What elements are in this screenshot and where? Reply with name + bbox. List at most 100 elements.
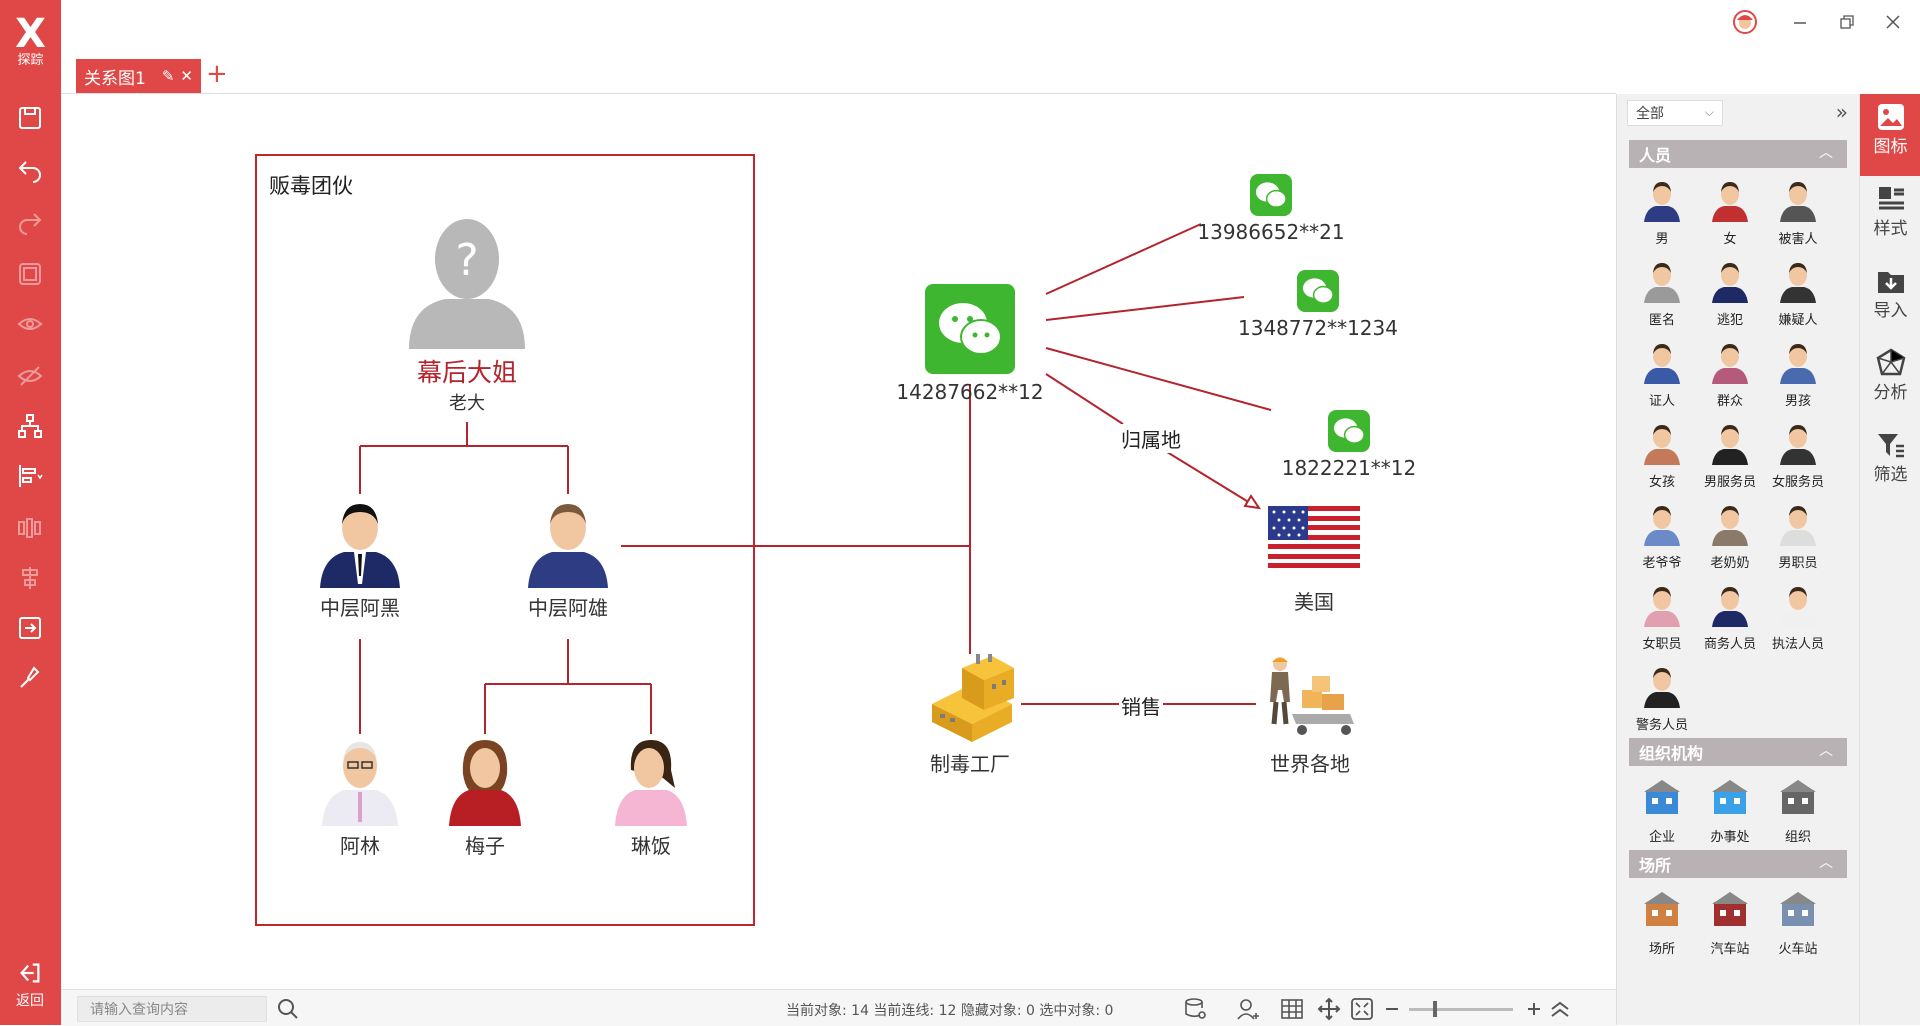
library-item[interactable]: 群众 [1697,340,1763,409]
style-tab-button[interactable]: 样式 [1860,176,1920,258]
library-item[interactable]: 老爷爷 [1629,502,1695,571]
save-icon[interactable] [12,100,48,136]
library-item[interactable]: 男职员 [1765,502,1831,571]
user-settings-icon[interactable] [1233,994,1263,1024]
library-item[interactable]: 场所 [1629,888,1695,957]
hide-icon[interactable] [12,358,48,394]
library-item[interactable]: 女职员 [1629,583,1695,652]
chevron-up-icon[interactable]: ︿ [1819,852,1833,872]
section-people-header[interactable]: 人员 ︿ [1629,140,1847,168]
library-item-label: 被害人 [1778,232,1818,247]
node-boss[interactable]: ? 幕后大姐 老大 [397,209,537,415]
library-item[interactable]: 男服务员 [1697,421,1763,490]
node-meizi[interactable]: 梅子 [440,734,530,859]
node-lin[interactable]: 阿林 [315,734,405,859]
library-item[interactable]: 警务人员 [1629,664,1695,733]
back-button[interactable]: 返回 [6,960,54,1010]
library-item[interactable]: 组织 [1765,776,1831,845]
search-icon[interactable] [275,996,301,1022]
library-item[interactable]: 女孩 [1629,421,1695,490]
close-tab-icon[interactable]: ✕ [180,67,193,85]
library-item-label: 女孩 [1648,475,1675,490]
collapse-panel-icon[interactable]: » [1836,100,1848,124]
library-item[interactable]: 火车站 [1765,888,1831,957]
node-factory[interactable]: 制毒工厂 [910,654,1030,777]
node-wechat-a[interactable]: 13986652**21 [1196,174,1346,244]
library-item-label: 匿名 [1648,313,1675,328]
node-linfan[interactable]: 琳饭 [606,734,696,859]
library-item[interactable]: 证人 [1629,340,1695,409]
library-item[interactable]: 商务人员 [1697,583,1763,652]
hierarchy-icon[interactable] [12,408,48,444]
support-avatar-icon[interactable] [1730,10,1760,34]
table-view-icon[interactable] [1277,994,1307,1024]
node-wechat-main[interactable]: 14287662**12 [895,284,1045,404]
library-item-icon [1644,506,1680,546]
node-wechat-c[interactable]: 1822221**12 [1274,410,1424,480]
library-item-icon [1712,506,1748,546]
library-item[interactable]: 执法人员 [1765,583,1831,652]
expand-up-icon[interactable] [1545,994,1575,1024]
node-mid-axiong[interactable]: 中层阿雄 [513,496,623,621]
pan-icon[interactable] [1314,994,1344,1024]
filter-tab-button[interactable]: 筛选 [1860,422,1920,504]
library-item[interactable]: 被害人 [1765,178,1831,247]
import-tab-button[interactable]: 导入 [1860,258,1920,340]
library-item[interactable]: 女服务员 [1765,421,1831,490]
library-item[interactable]: 老奶奶 [1697,502,1763,571]
female-pink-icon [615,740,687,826]
library-item[interactable]: 办事处 [1697,776,1763,845]
library-item[interactable]: 男 [1629,178,1695,247]
library-item-label: 商务人员 [1703,637,1756,652]
tab-relation-1[interactable]: 关系图1 ✎ ✕ [76,59,201,93]
section-org-header[interactable]: 组织机构 ︿ [1629,738,1847,766]
node-label: 中层阿雄 [528,596,608,620]
zoom-slider[interactable] [1409,1001,1513,1017]
restore-icon[interactable] [1832,10,1862,34]
library-item[interactable]: 男孩 [1765,340,1831,409]
show-icon[interactable] [12,306,48,342]
chevron-up-icon[interactable]: ︿ [1819,142,1833,162]
library-item[interactable]: 女 [1697,178,1763,247]
node-mid-ahei[interactable]: 中层阿黑 [305,496,415,621]
library-item-icon [1644,892,1680,926]
distribute-icon[interactable] [12,510,48,546]
undo-icon[interactable] [12,152,48,188]
library-item-icon [1712,344,1748,384]
frame-icon[interactable] [12,256,48,292]
pin-icon[interactable] [12,660,48,696]
fit-screen-icon[interactable] [1347,994,1377,1024]
close-window-icon[interactable] [1878,10,1908,34]
analyze-tab-button[interactable]: 分析 [1860,340,1920,422]
zoom-out-icon[interactable] [1377,994,1407,1024]
zoom-slider-thumb[interactable] [1433,1001,1437,1017]
section-places-header[interactable]: 场所 ︿ [1629,850,1847,878]
library-item[interactable]: 嫌疑人 [1765,259,1831,328]
edit-icon[interactable]: ✎ [162,67,175,85]
node-wechat-b[interactable]: 1348772**1234 [1238,270,1398,340]
library-item[interactable]: 匿名 [1629,259,1695,328]
icons-tab-button[interactable]: 图标 [1860,94,1920,176]
library-item[interactable]: 汽车站 [1697,888,1763,957]
library-item[interactable]: 逃犯 [1697,259,1763,328]
node-world[interactable]: 世界各地 [1250,654,1370,777]
library-item-icon [1780,892,1816,926]
library-item[interactable]: 企业 [1629,776,1695,845]
library-item-icon [1712,587,1748,627]
chevron-up-icon[interactable]: ︿ [1819,740,1833,760]
redo-icon[interactable] [12,204,48,240]
db-settings-icon[interactable] [1181,994,1211,1024]
add-tab-icon[interactable]: + [206,60,228,88]
center-icon[interactable] [12,560,48,596]
category-select[interactable]: 全部 ⌵ [1627,100,1723,126]
library-item-icon [1780,780,1816,814]
library-item-label: 警务人员 [1635,718,1688,733]
search-input[interactable]: 请输入查询内容 [77,996,267,1022]
export-icon[interactable] [12,610,48,646]
minimize-icon[interactable] [1785,10,1815,34]
edge-label-belong[interactable]: 归属地 [1119,424,1183,453]
align-left-icon[interactable] [12,458,48,494]
edge-label-sell[interactable]: 销售 [1119,691,1163,720]
node-usa[interactable]: 美国 [1254,506,1374,615]
graph-canvas[interactable]: 贩毒团伙 ? 幕后大姐 老大 中层阿黑 中层阿雄 阿林 梅子 琳饭 142876… [61,94,1616,989]
